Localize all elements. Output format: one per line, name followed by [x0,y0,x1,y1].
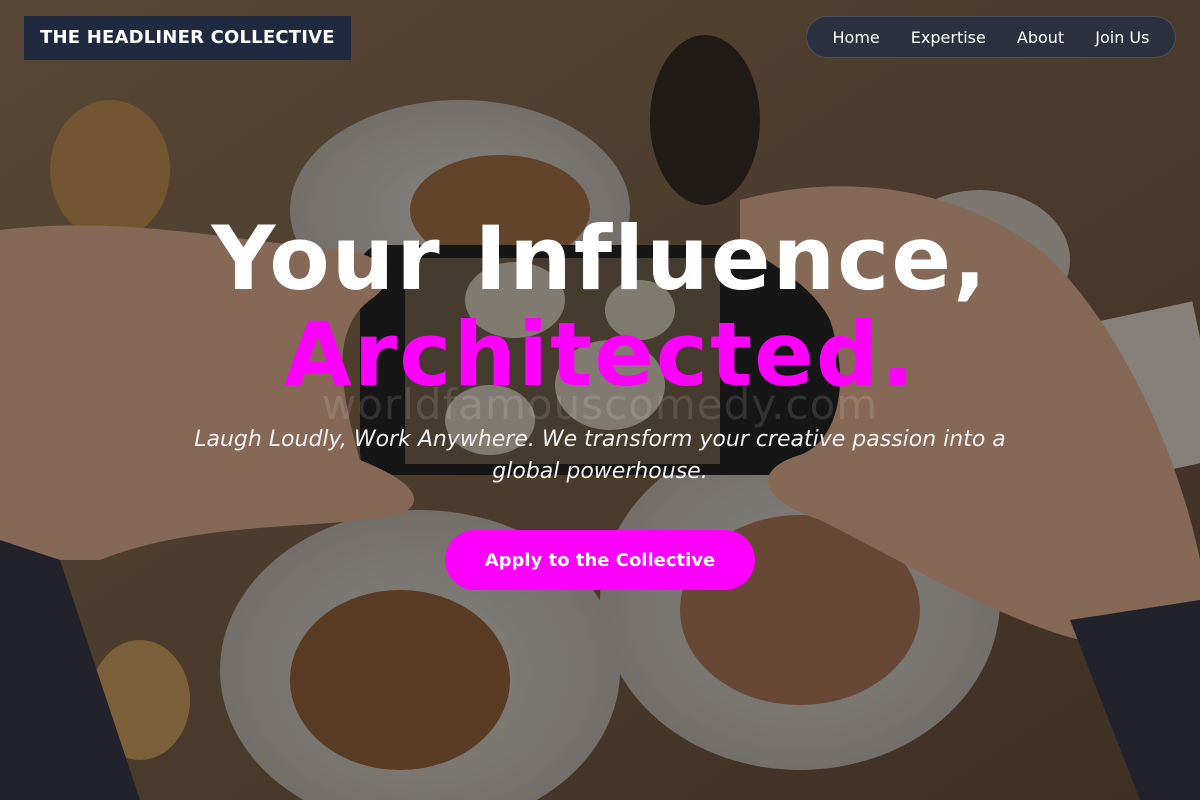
hero-subtitle: Laugh Loudly, Work Anywhere. We transfor… [194,427,1006,484]
main-navigation: Home Expertise About Join Us [806,16,1176,58]
site-logo[interactable]: THE HEADLINER COLLECTIVE [24,16,351,60]
hero-headline-line1: Your Influence, [211,207,989,310]
nav-link-home[interactable]: Home [833,28,880,47]
nav-link-about[interactable]: About [1017,28,1064,47]
hero-section: THE HEADLINER COLLECTIVE Home Expertise … [0,0,1200,800]
nav-link-join-us[interactable]: Join Us [1095,28,1149,47]
nav-link-expertise[interactable]: Expertise [911,28,986,47]
hero-headline-line2: Architected. [283,303,917,406]
apply-to-collective-button[interactable]: Apply to the Collective [445,530,755,590]
